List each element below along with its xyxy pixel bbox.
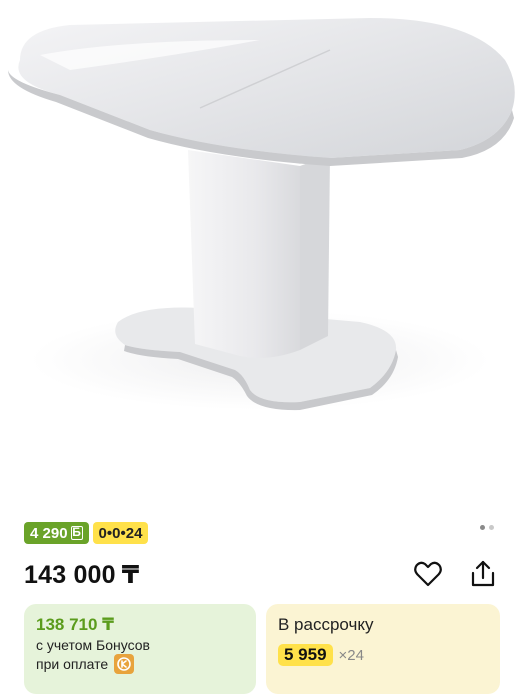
installment-row: 5 959 ×24: [278, 644, 488, 666]
gallery-pagination: [480, 525, 494, 530]
product-image[interactable]: [0, 0, 523, 478]
share-button[interactable]: [467, 558, 499, 590]
bonus-note-line1: с учетом Бонусов: [36, 637, 150, 653]
bonus-price: 138 710 ₸: [36, 615, 115, 634]
kaspi-logo-icon: [114, 654, 135, 674]
bonus-badge[interactable]: 4 290 Б: [24, 522, 89, 544]
installment-badge[interactable]: 0•0•24: [92, 522, 149, 544]
installment-title: В рассрочку: [278, 615, 374, 634]
pagination-dot[interactable]: [489, 525, 494, 530]
bonus-icon: Б: [70, 525, 83, 540]
bonus-price-card[interactable]: 138 710 ₸ с учетом Бонусов при оплате: [24, 604, 256, 694]
price-currency: ₸: [121, 561, 140, 589]
installment-months: ×24: [338, 646, 364, 664]
share-icon: [471, 560, 495, 587]
heart-icon: [414, 561, 442, 587]
product-price: 143 000 ₸: [24, 560, 139, 590]
bonus-amount: 4 290: [30, 524, 68, 542]
table-illustration: [8, 18, 515, 411]
bonus-note-line2-row: при оплате: [36, 654, 244, 674]
installment-amount: 5 959: [278, 644, 333, 666]
bonus-note-line2: при оплате: [36, 656, 109, 672]
badges-row: 4 290 Б 0•0•24: [24, 522, 149, 544]
price-amount: 143 000: [24, 561, 116, 589]
installment-card[interactable]: В рассрочку 5 959 ×24: [266, 604, 500, 694]
favorite-button[interactable]: [412, 558, 444, 590]
pagination-dot-active[interactable]: [480, 525, 485, 530]
